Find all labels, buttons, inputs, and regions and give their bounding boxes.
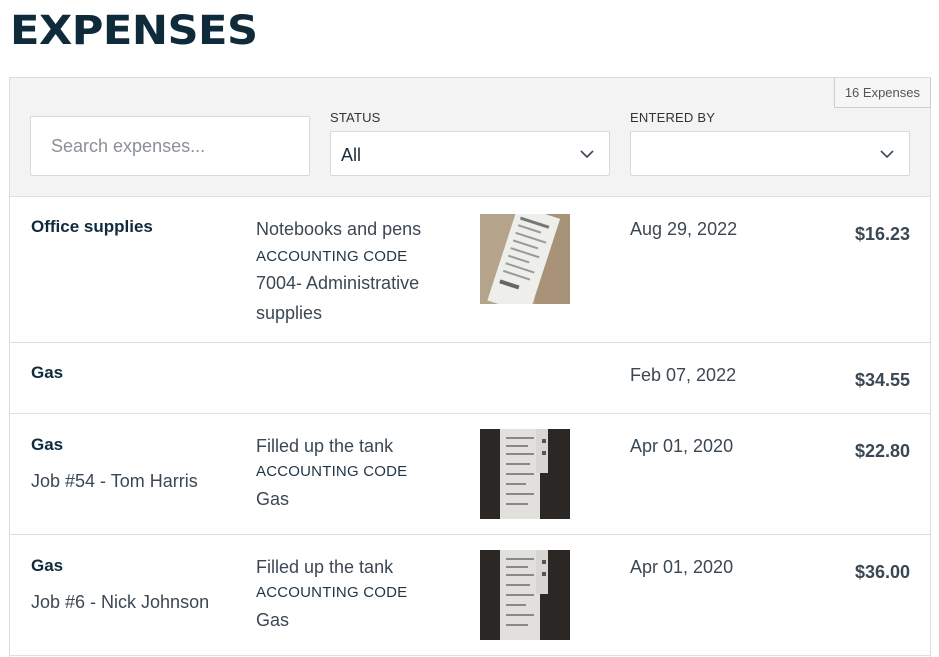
expense-row[interactable]: Gas Job #54 - Tom Harris Filled up the t…	[10, 413, 930, 534]
receipt-thumbnail[interactable]	[480, 550, 570, 640]
expense-amount: $22.80	[854, 441, 910, 461]
expense-amount: $36.00	[854, 562, 910, 582]
expense-date: Apr 01, 2020	[630, 436, 734, 456]
expense-row[interactable]: Office supplies Notebooks and pens ACCOU…	[10, 196, 930, 342]
status-select[interactable]: All	[330, 131, 610, 176]
expense-date: Apr 01, 2020	[630, 557, 734, 577]
expense-description: Notebooks and pens	[256, 219, 422, 239]
page-title: EXPENSES	[10, 8, 258, 54]
expense-job: Job #54 - Tom Harris	[31, 471, 198, 491]
expense-amount: $16.23	[854, 224, 910, 244]
accounting-code-label: ACCOUNTING CODE	[256, 248, 408, 265]
expense-amount: $34.55	[854, 370, 910, 390]
status-select-value: All	[341, 145, 362, 165]
receipt-thumbnail[interactable]	[480, 214, 570, 304]
expense-row[interactable]: Gas Feb 07, 2022 $34.55	[10, 342, 930, 413]
accounting-code-value: 7004- Administrative supplies	[256, 273, 420, 323]
accounting-code-value: Gas	[256, 489, 290, 509]
expenses-panel: 16 Expenses STATUS All ENTERED BY Office…	[9, 77, 931, 657]
expense-date: Feb 07, 2022	[630, 365, 737, 385]
receipt-thumbnail[interactable]	[480, 429, 570, 519]
accounting-code-label: ACCOUNTING CODE	[256, 584, 408, 601]
search-input[interactable]	[30, 116, 310, 176]
entered-by-label: ENTERED BY	[630, 110, 716, 125]
entered-by-select[interactable]	[630, 131, 910, 176]
expense-date: Aug 29, 2022	[630, 219, 738, 239]
expense-description: Filled up the tank	[256, 436, 394, 456]
expense-count-badge: 16 Expenses	[833, 78, 931, 108]
expense-job: Job #6 - Nick Johnson	[31, 592, 210, 612]
accounting-code-value: Gas	[256, 610, 290, 630]
expense-category: Gas	[31, 556, 64, 575]
expense-category: Gas	[31, 363, 64, 382]
chevron-down-icon	[580, 150, 594, 159]
expense-description: Filled up the tank	[256, 557, 394, 577]
expense-row[interactable]: Gas Job #6 - Nick Johnson Filled up the …	[10, 534, 930, 656]
chevron-down-icon	[880, 150, 894, 159]
accounting-code-label: ACCOUNTING CODE	[256, 463, 408, 480]
filter-bar: 16 Expenses STATUS All ENTERED BY	[10, 78, 931, 196]
status-label: STATUS	[330, 110, 381, 125]
expense-category: Gas	[31, 435, 64, 454]
expense-category: Office supplies	[31, 217, 153, 236]
